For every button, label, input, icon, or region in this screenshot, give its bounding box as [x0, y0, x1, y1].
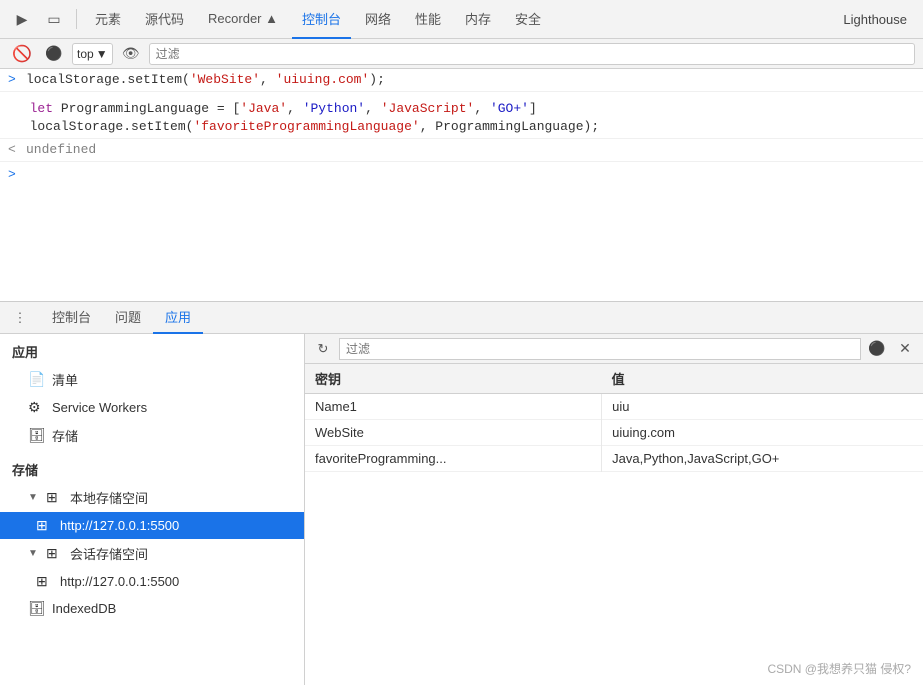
console-line-1: > localStorage.setItem('WebSite', 'uiuin… — [0, 69, 923, 92]
table-row[interactable]: WebSiteuiuing.com — [305, 420, 923, 446]
table-header-row: 密钥 值 — [305, 364, 923, 394]
bottom-tabs: ⋮ 控制台 问题 应用 — [0, 302, 923, 334]
main-filter-input[interactable] — [339, 338, 861, 360]
console-code-1: localStorage.setItem('WebSite', 'uiuing.… — [26, 71, 385, 89]
kv-table: 密钥 值 Name1uiuWebSiteuiuing.comfavoritePr… — [305, 364, 923, 472]
prompt-arrow: > — [8, 167, 16, 182]
sidebar-item-local-storage-group[interactable]: ▼ ⊞ 本地存储空间 — [0, 483, 304, 512]
table-cell-value: uiuing.com — [602, 420, 923, 446]
console-output: > localStorage.setItem('WebSite', 'uiuin… — [0, 69, 923, 302]
tab-recorder[interactable]: Recorder ▲ — [198, 0, 288, 39]
sidebar-app-section: 应用 — [0, 334, 304, 365]
watermark: CSDN @我想养只猫 侵权? — [767, 660, 911, 677]
tab-security[interactable]: 安全 — [505, 0, 551, 39]
sidebar-indexeddb-label: IndexedDB — [52, 601, 116, 616]
console-line-2: let ProgrammingLanguage = ['Java', 'Pyth… — [0, 98, 923, 139]
sidebar-session-storage-label: 会话存储空间 — [70, 544, 148, 563]
context-selector[interactable]: top ▼ — [72, 43, 113, 65]
filter-input[interactable] — [149, 43, 915, 65]
table-cell-value: uiu — [602, 394, 923, 420]
bottom-content: 应用 📄 清单 ⚙ Service Workers 🗄 存储 存储 ▼ ⊞ 本地… — [0, 334, 923, 685]
local-storage-grid-icon: ⊞ — [46, 489, 64, 506]
console-code-2b: localStorage.setItem('favoriteProgrammin… — [30, 118, 600, 136]
block-icon-main[interactable]: ⚫ — [865, 337, 889, 361]
result-arrow: < — [8, 141, 20, 159]
sidebar-item-session-storage-url[interactable]: ⊞ http://127.0.0.1:5500 — [0, 568, 304, 595]
sidebar-item-local-storage-url[interactable]: ⊞ http://127.0.0.1:5500 — [0, 512, 304, 539]
local-storage-expand-icon: ▼ — [28, 492, 40, 503]
tab-sources[interactable]: 源代码 — [135, 0, 194, 39]
service-workers-icon: ⚙ — [28, 399, 46, 416]
console-code-2a: let ProgrammingLanguage = ['Java', 'Pyth… — [30, 100, 537, 118]
refresh-button[interactable]: ↻ — [311, 337, 335, 361]
local-storage-url-icon: ⊞ — [36, 517, 54, 534]
session-storage-grid-icon: ⊞ — [46, 545, 64, 562]
kv-table-container: 密钥 值 Name1uiuWebSiteuiuing.comfavoritePr… — [305, 364, 923, 685]
result-value: undefined — [26, 141, 96, 159]
col-header-key: 密钥 — [305, 364, 602, 394]
tab-elements[interactable]: 元素 — [85, 0, 131, 39]
tab-network[interactable]: 网络 — [355, 0, 401, 39]
block-icon[interactable]: ⚫ — [40, 40, 68, 68]
sidebar-session-storage-url: http://127.0.0.1:5500 — [60, 574, 179, 589]
console-prompt[interactable]: > — [0, 162, 923, 186]
sidebar-item-storage-general[interactable]: 🗄 存储 — [0, 421, 304, 450]
table-cell-key: Name1 — [305, 394, 602, 420]
cursor-icon[interactable]: ▶ — [8, 5, 36, 33]
col-header-value: 值 — [602, 364, 923, 394]
more-tabs-icon[interactable]: ⋮ — [8, 306, 32, 330]
table-cell-key: favoriteProgramming... — [305, 446, 602, 472]
sidebar-item-indexeddb[interactable]: 🗄 IndexedDB — [0, 595, 304, 622]
context-label: top — [77, 47, 94, 61]
sidebar-item-manifest[interactable]: 📄 清单 — [0, 365, 304, 394]
table-cell-key: WebSite — [305, 420, 602, 446]
console-toolbar: 🚫 ⚫ top ▼ 👁 — [0, 39, 923, 69]
indexeddb-icon: 🗄 — [28, 600, 46, 617]
table-row[interactable]: Name1uiu — [305, 394, 923, 420]
manifest-icon: 📄 — [28, 371, 46, 388]
sidebar-storage-label: 存储 — [52, 426, 78, 445]
tab-performance[interactable]: 性能 — [405, 0, 451, 39]
eye-icon[interactable]: 👁 — [117, 40, 145, 68]
main-panel: ↻ ⚫ ✕ 密钥 值 Name1uiuWebSiteuiuing.comfavo… — [305, 334, 923, 685]
mobile-icon[interactable]: ▭ — [40, 5, 68, 33]
session-storage-expand-icon: ▼ — [28, 548, 40, 559]
sidebar-local-storage-url: http://127.0.0.1:5500 — [60, 518, 179, 533]
sidebar-local-storage-label: 本地存储空间 — [70, 488, 148, 507]
sidebar-storage-section: 存储 — [0, 450, 304, 483]
tab-issues[interactable]: 问题 — [103, 302, 153, 334]
tab-memory[interactable]: 内存 — [455, 0, 501, 39]
table-cell-value: Java,Python,JavaScript,GO+ — [602, 446, 923, 472]
main-toolbar: ↻ ⚫ ✕ — [305, 334, 923, 364]
bottom-panel: ⋮ 控制台 问题 应用 应用 📄 清单 ⚙ Service Workers 🗄 … — [0, 302, 923, 685]
storage-general-icon: 🗄 — [28, 427, 46, 444]
kv-table-body: Name1uiuWebSiteuiuing.comfavoriteProgram… — [305, 394, 923, 472]
sidebar-item-service-workers[interactable]: ⚙ Service Workers — [0, 394, 304, 421]
tab-console[interactable]: 控制台 — [292, 0, 351, 39]
tab-application[interactable]: 应用 — [153, 302, 203, 334]
session-storage-url-icon: ⊞ — [36, 573, 54, 590]
input-arrow-1: > — [8, 71, 20, 89]
input-arrow-2b — [8, 118, 24, 136]
console-line-result: < undefined — [0, 139, 923, 162]
close-icon-main[interactable]: ✕ — [893, 337, 917, 361]
top-toolbar: ▶ ▭ 元素 源代码 Recorder ▲ 控制台 网络 性能 内存 安全 Li… — [0, 0, 923, 39]
dropdown-arrow-icon: ▼ — [96, 47, 108, 61]
sidebar-item-session-storage-group[interactable]: ▼ ⊞ 会话存储空间 — [0, 539, 304, 568]
clear-console-icon[interactable]: 🚫 — [8, 40, 36, 68]
table-row[interactable]: favoriteProgramming...Java,Python,JavaSc… — [305, 446, 923, 472]
separator — [76, 9, 77, 29]
sidebar-sw-label: Service Workers — [52, 400, 147, 415]
sidebar-manifest-label: 清单 — [52, 370, 78, 389]
sidebar: 应用 📄 清单 ⚙ Service Workers 🗄 存储 存储 ▼ ⊞ 本地… — [0, 334, 305, 685]
lighthouse-label: Lighthouse — [835, 12, 915, 27]
input-arrow-2 — [8, 100, 24, 118]
tab-console-bottom[interactable]: 控制台 — [40, 302, 103, 334]
